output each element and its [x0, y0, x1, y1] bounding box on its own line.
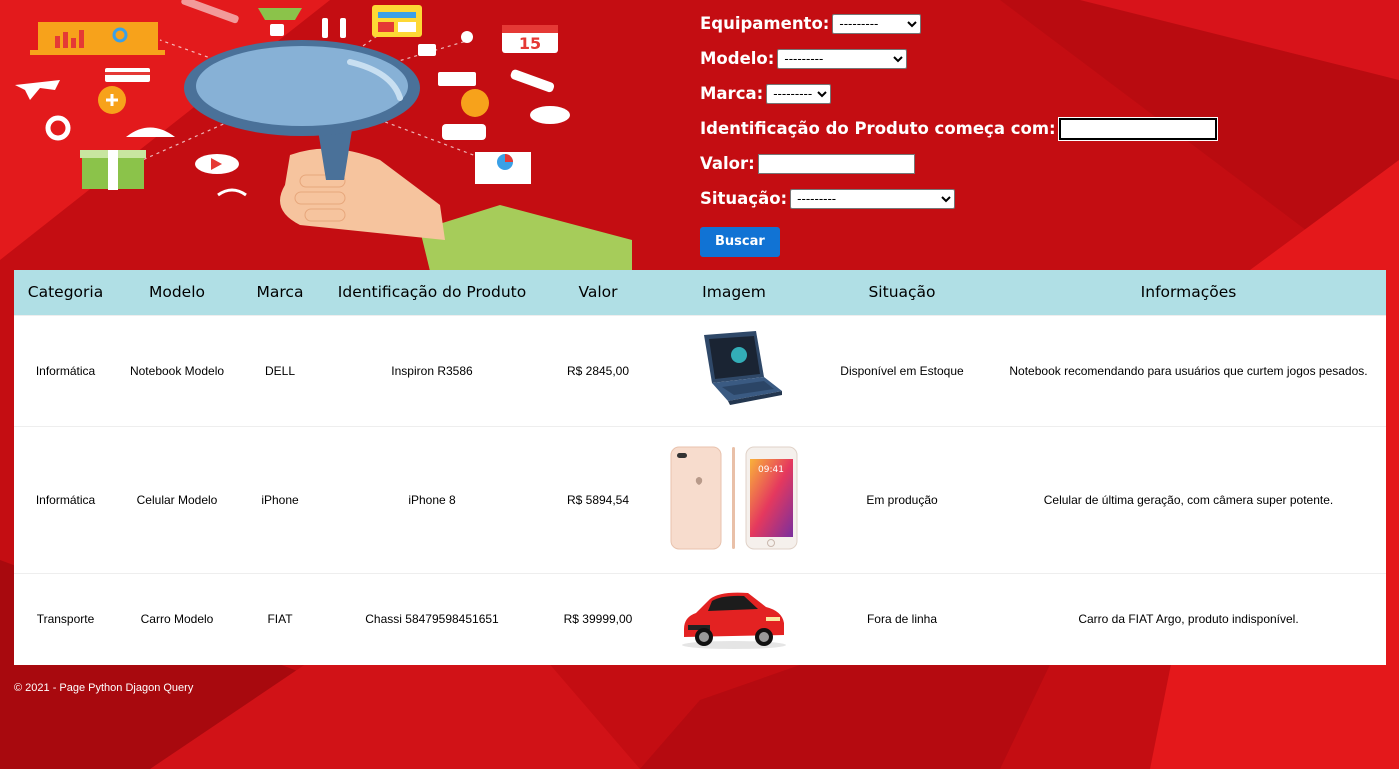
table-row: Informática Notebook Modelo DELL Inspiro…	[14, 314, 1386, 426]
situacao-label: Situação:	[700, 189, 788, 208]
phone-image: 09:41	[670, 446, 798, 550]
equipamento-select[interactable]: ---------	[832, 13, 922, 34]
header-marca: Marca	[256, 283, 304, 302]
footer-copyright: © 2021 - Page Python Djagon Query	[14, 682, 194, 694]
calendar-icon: 15	[502, 25, 558, 53]
cell-modelo: Notebook Modelo	[117, 314, 237, 426]
cell-valor: R$ 2845,00	[541, 314, 655, 426]
cell-informacoes: Carro da FIAT Argo, produto indisponível…	[991, 572, 1386, 665]
cell-situacao: Fora de linha	[813, 572, 991, 665]
phone-clock: 09:41	[758, 465, 784, 475]
equipamento-label: Equipamento:	[700, 14, 830, 33]
modelo-select[interactable]: ---------	[777, 48, 908, 69]
cell-identificacao: iPhone 8	[323, 425, 541, 573]
header-valor: Valor	[578, 283, 618, 302]
cell-imagem	[655, 314, 813, 426]
valor-label: Valor:	[700, 154, 755, 173]
form-row-equipamento: Equipamento: ---------	[700, 6, 1217, 41]
marca-label: Marca:	[700, 84, 764, 103]
hero-illustration: 15	[15, 0, 632, 271]
form-row-situacao: Situação: ---------	[700, 181, 1217, 216]
form-row-marca: Marca: ---------	[700, 76, 1217, 111]
table-row: Informática Celular Modelo iPhone iPhone…	[14, 425, 1386, 573]
cell-valor: R$ 5894,54	[541, 425, 655, 573]
table-header-row: Categoria Modelo Marca Identificação do …	[14, 270, 1386, 315]
cell-informacoes: Notebook recomendando para usuários que …	[991, 314, 1386, 426]
cell-valor: R$ 39999,00	[541, 572, 655, 665]
cell-modelo: Carro Modelo	[117, 572, 237, 665]
header-situacao: Situação	[868, 283, 936, 302]
cell-categoria: Transporte	[14, 572, 117, 665]
header-informacoes: Informações	[1140, 283, 1237, 302]
header-identificacao: Identificação do Produto	[337, 283, 527, 302]
cell-marca: iPhone	[237, 425, 323, 573]
form-row-valor: Valor:	[700, 146, 1217, 181]
identificacao-label: Identificação do Produto começa com:	[700, 119, 1056, 138]
cell-categoria: Informática	[14, 425, 117, 573]
calendar-day: 15	[519, 34, 541, 53]
cell-imagem	[655, 572, 813, 665]
marca-select[interactable]: ---------	[766, 83, 832, 104]
buscar-button[interactable]: Buscar	[700, 227, 780, 257]
cell-identificacao: Chassi 58479598451651	[323, 572, 541, 665]
results-table-container: Categoria Modelo Marca Identificação do …	[14, 270, 1386, 665]
cell-categoria: Informática	[14, 314, 117, 426]
laptop-chart-icon	[30, 22, 165, 55]
valor-input[interactable]	[757, 153, 915, 174]
header-imagem: Imagem	[702, 283, 766, 302]
cell-situacao: Em produção	[813, 425, 991, 573]
laptop-image	[704, 331, 782, 405]
header-categoria: Categoria	[27, 283, 104, 302]
table-row: Transporte Carro Modelo FIAT Chassi 5847…	[14, 572, 1386, 665]
car-image	[682, 592, 786, 649]
identificacao-input[interactable]	[1057, 116, 1218, 141]
search-form: Equipamento: --------- Modelo: ---------…	[700, 6, 1218, 257]
results-table: Categoria Modelo Marca Identificação do …	[14, 270, 1386, 665]
cell-situacao: Disponível em Estoque	[813, 314, 991, 426]
cell-informacoes: Celular de última geração, com câmera su…	[991, 425, 1386, 573]
cell-modelo: Celular Modelo	[117, 425, 237, 573]
cell-identificacao: Inspiron R3586	[323, 314, 541, 426]
cell-imagem: 09:41	[655, 425, 813, 573]
cell-marca: FIAT	[237, 572, 323, 665]
situacao-select[interactable]: ---------	[790, 188, 956, 209]
report-document-icon	[475, 152, 531, 184]
header-modelo: Modelo	[148, 283, 206, 302]
form-row-identificacao: Identificação do Produto começa com:	[700, 111, 1218, 146]
cell-marca: DELL	[237, 314, 323, 426]
form-row-modelo: Modelo: ---------	[700, 41, 1217, 76]
modelo-label: Modelo:	[700, 49, 775, 68]
